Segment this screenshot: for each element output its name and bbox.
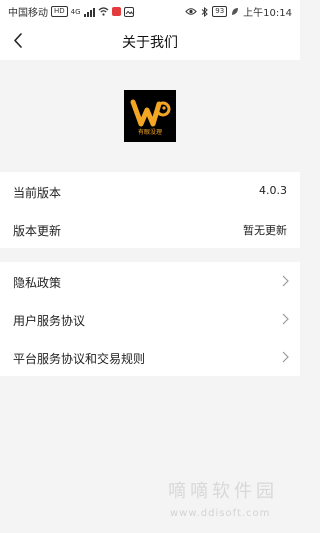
logo-brand-text: 有眼没理	[137, 129, 162, 136]
chevron-right-icon	[282, 313, 289, 325]
current-version-value: 4.0.3	[259, 184, 287, 197]
carrier-label: 中国移动	[8, 8, 48, 19]
watermark-url: www.ddisoft.com	[170, 508, 271, 519]
chevron-right-icon	[282, 275, 289, 287]
wifi-icon	[98, 7, 108, 16]
version-update-row[interactable]: 版本更新 暂无更新	[0, 210, 300, 248]
signal-icon	[83, 7, 95, 17]
logo-section: 有眼没理	[0, 60, 300, 172]
policy-group: 隐私政策 用户服务协议 平台服务协议和交易规则	[0, 262, 300, 376]
bluetooth-icon	[201, 6, 209, 17]
app-logo: 有眼没理	[124, 90, 176, 142]
chevron-right-icon	[282, 351, 289, 363]
watermark-name: 嘀嘀软件园	[168, 481, 278, 502]
privacy-policy-label: 隐私政策	[13, 276, 62, 290]
privacy-policy-row[interactable]: 隐私政策	[0, 262, 300, 300]
platform-rules-row[interactable]: 平台服务协议和交易规则	[0, 338, 300, 376]
page-title: 关于我们	[122, 35, 178, 51]
version-update-status: 暂无更新	[243, 224, 287, 237]
eye-icon	[185, 8, 197, 15]
current-version-row: 当前版本 4.0.3	[0, 172, 300, 210]
hd-badge: HD	[51, 6, 68, 17]
notification-app-icon	[111, 7, 121, 16]
user-agreement-label: 用户服务协议	[13, 314, 86, 328]
notification-image-icon	[123, 6, 134, 17]
version-group: 当前版本 4.0.3 版本更新 暂无更新	[0, 172, 300, 248]
leaf-icon	[232, 8, 239, 15]
current-version-label: 当前版本	[13, 186, 62, 200]
battery-icon: 93	[212, 6, 228, 17]
network-label: 4G	[70, 7, 81, 16]
nav-bar: 关于我们	[0, 22, 300, 60]
platform-rules-label: 平台服务协议和交易规则	[13, 352, 146, 366]
clock: 上午10:14	[243, 8, 292, 19]
status-bar: 中国移动 HD 4G 93 上午10:14	[0, 0, 300, 22]
user-agreement-row[interactable]: 用户服务协议	[0, 300, 300, 338]
version-update-label: 版本更新	[13, 224, 62, 238]
